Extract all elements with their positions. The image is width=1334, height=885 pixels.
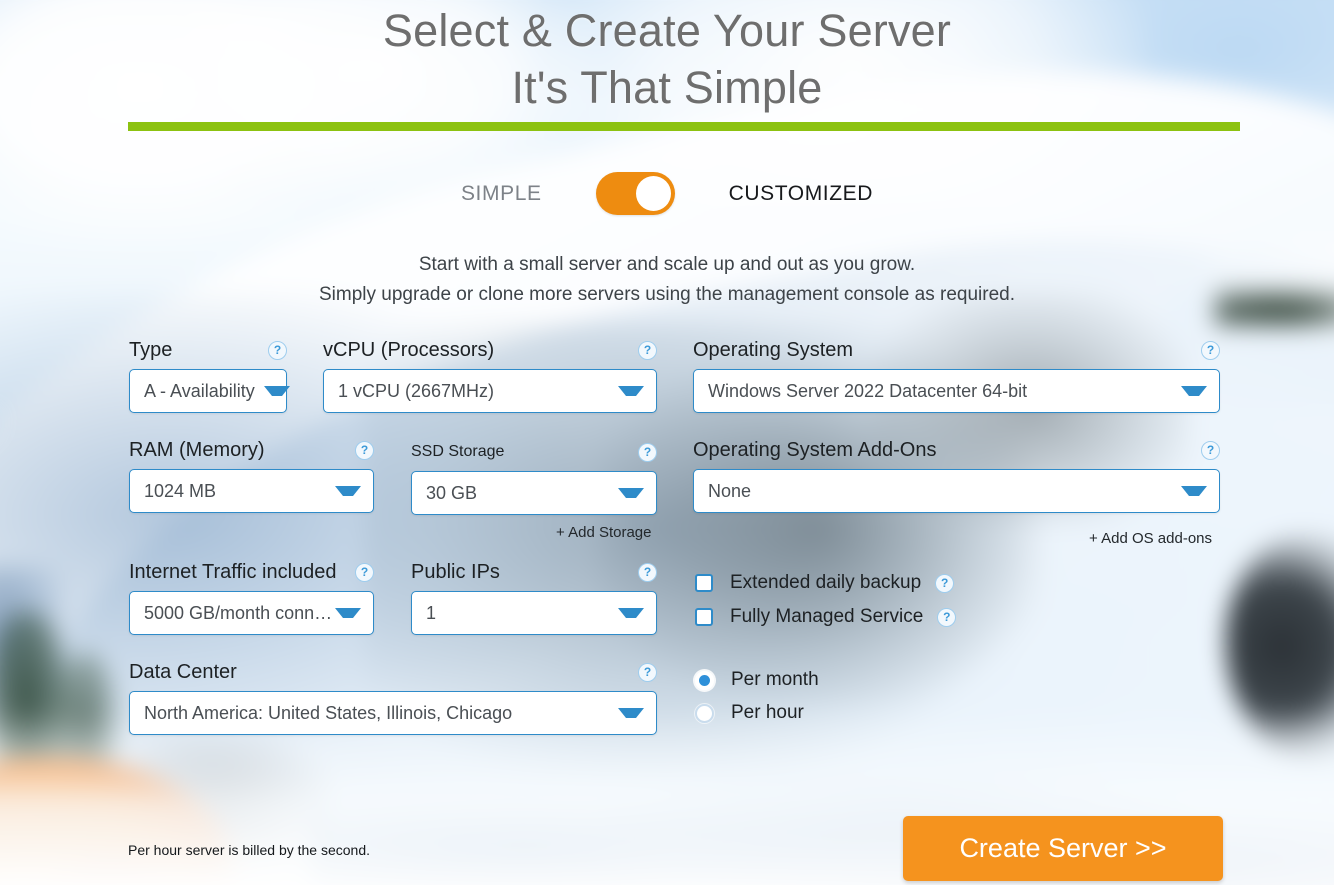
help-icon-traffic[interactable]: ?: [355, 562, 374, 582]
toggle-label-simple[interactable]: SIMPLE: [461, 182, 542, 206]
checkbox-fully-managed[interactable]: [695, 608, 713, 626]
help-icon-ssd[interactable]: ?: [638, 442, 657, 462]
billing-footnote: Per hour server is billed by the second.: [128, 842, 371, 858]
server-config-form: Type ? A - Availability vCPU (Processors…: [0, 338, 1334, 758]
chevron-down-icon: [263, 386, 290, 396]
chevron-down-icon: [618, 708, 644, 718]
field-ssd: SSD Storage ? 30 GB: [411, 440, 657, 515]
radio-per-month[interactable]: [695, 670, 714, 690]
field-ram-select[interactable]: 1024 MB: [129, 469, 374, 513]
option-extended-backup[interactable]: Extended daily backup ?: [695, 572, 955, 594]
chevron-down-icon: [618, 608, 644, 618]
billing-per-month[interactable]: Per month: [695, 669, 819, 691]
billing-per-hour[interactable]: Per hour: [695, 702, 804, 724]
help-icon-os[interactable]: ?: [1201, 340, 1220, 360]
field-public-ips-select[interactable]: 1: [411, 591, 657, 635]
field-os-addons-select[interactable]: None: [693, 469, 1220, 513]
field-ram-value: 1024 MB: [144, 480, 217, 501]
field-vcpu-value: 1 vCPU (2667MHz): [338, 380, 495, 401]
field-type-select[interactable]: A - Availability: [129, 369, 290, 413]
field-type-label-row: Type ?: [129, 338, 287, 362]
field-datacenter-value: North America: United States, Illinois, …: [144, 702, 513, 723]
field-vcpu: vCPU (Processors) ? 1 vCPU (2667MHz): [323, 338, 657, 413]
field-os-label: Operating System: [693, 338, 854, 361]
subtitle: Start with a small server and scale up a…: [0, 250, 1334, 310]
chevron-down-icon: [1181, 386, 1207, 396]
billing-per-month-label: Per month: [731, 669, 819, 690]
help-icon-os-addons[interactable]: ?: [1201, 440, 1220, 460]
page-title-line2: It's That Simple: [511, 62, 823, 113]
chevron-down-icon: [1181, 486, 1207, 496]
field-datacenter-label-row: Data Center ?: [129, 660, 657, 684]
help-icon-vcpu[interactable]: ?: [638, 340, 657, 360]
field-ssd-label-row: SSD Storage ?: [411, 440, 657, 464]
field-traffic-value: 5000 GB/month conne…: [144, 602, 335, 623]
field-vcpu-select[interactable]: 1 vCPU (2667MHz): [323, 369, 657, 413]
field-public-ips-label: Public IPs: [411, 560, 500, 583]
option-extended-backup-label: Extended daily backup: [730, 572, 922, 593]
field-type-value: A - Availability: [144, 380, 255, 401]
page-title: Select & Create Your Server It's That Si…: [0, 0, 1334, 116]
page-title-line1: Select & Create Your Server: [382, 5, 952, 56]
field-public-ips: Public IPs ? 1: [411, 560, 657, 635]
field-ram-label-row: RAM (Memory) ?: [129, 438, 374, 462]
chevron-down-icon: [335, 486, 361, 496]
field-os-addons-label: Operating System Add-Ons: [693, 438, 937, 461]
field-os-addons-label-row: Operating System Add-Ons ?: [693, 438, 1220, 462]
field-ssd-value: 30 GB: [426, 482, 478, 503]
field-os-select[interactable]: Windows Server 2022 Datacenter 64-bit: [693, 369, 1220, 413]
add-storage-link[interactable]: + Add Storage: [556, 524, 652, 541]
field-os-addons: Operating System Add-Ons ? None: [693, 438, 1220, 513]
subtitle-line2: Simply upgrade or clone more servers usi…: [319, 284, 1015, 305]
field-ram: RAM (Memory) ? 1024 MB: [129, 438, 374, 513]
field-vcpu-label: vCPU (Processors): [323, 338, 495, 361]
field-type-label: Type: [129, 338, 173, 361]
toggle-knob: [635, 176, 671, 211]
create-server-button[interactable]: Create Server >>: [903, 816, 1223, 881]
field-traffic: Internet Traffic included ? 5000 GB/mont…: [129, 560, 374, 635]
mode-toggle-row: SIMPLE CUSTOMIZED: [0, 172, 1334, 215]
option-fully-managed[interactable]: Fully Managed Service ?: [695, 606, 957, 628]
subtitle-line1: Start with a small server and scale up a…: [418, 254, 916, 275]
field-datacenter-label: Data Center: [129, 660, 237, 683]
field-traffic-select[interactable]: 5000 GB/month conne…: [129, 591, 374, 635]
help-icon-datacenter[interactable]: ?: [638, 662, 657, 682]
radio-per-hour[interactable]: [695, 703, 714, 723]
field-public-ips-value: 1: [426, 602, 437, 623]
mode-toggle-switch[interactable]: [595, 172, 675, 215]
help-icon-extended-backup[interactable]: ?: [935, 573, 955, 593]
field-ssd-select[interactable]: 30 GB: [411, 471, 657, 515]
field-type: Type ? A - Availability: [129, 338, 290, 413]
field-datacenter-select[interactable]: North America: United States, Illinois, …: [129, 691, 657, 735]
billing-per-hour-label: Per hour: [731, 702, 804, 723]
field-os-label-row: Operating System ?: [693, 338, 1220, 362]
field-os: Operating System ? Windows Server 2022 D…: [693, 338, 1220, 413]
field-traffic-label: Internet Traffic included: [129, 560, 337, 583]
chevron-down-icon: [618, 488, 644, 498]
field-datacenter: Data Center ? North America: United Stat…: [129, 660, 657, 735]
green-divider: [128, 122, 1240, 131]
help-icon-public-ips[interactable]: ?: [638, 562, 657, 582]
field-os-addons-value: None: [708, 480, 752, 501]
field-traffic-label-row: Internet Traffic included ?: [129, 560, 374, 584]
add-os-addons-link[interactable]: + Add OS add-ons: [1089, 530, 1212, 547]
field-ssd-label: SSD Storage: [411, 443, 505, 460]
help-icon-fully-managed[interactable]: ?: [937, 607, 957, 627]
chevron-down-icon: [335, 608, 361, 618]
field-public-ips-label-row: Public IPs ?: [411, 560, 657, 584]
field-os-value: Windows Server 2022 Datacenter 64-bit: [708, 380, 1028, 401]
field-ram-label: RAM (Memory): [129, 438, 265, 461]
toggle-label-customized[interactable]: CUSTOMIZED: [729, 182, 873, 206]
help-icon-ram[interactable]: ?: [355, 440, 374, 460]
checkbox-extended-backup[interactable]: [695, 574, 713, 592]
field-vcpu-label-row: vCPU (Processors) ?: [323, 338, 657, 362]
help-icon-type[interactable]: ?: [268, 340, 287, 360]
chevron-down-icon: [618, 386, 644, 396]
option-fully-managed-label: Fully Managed Service: [730, 606, 924, 627]
